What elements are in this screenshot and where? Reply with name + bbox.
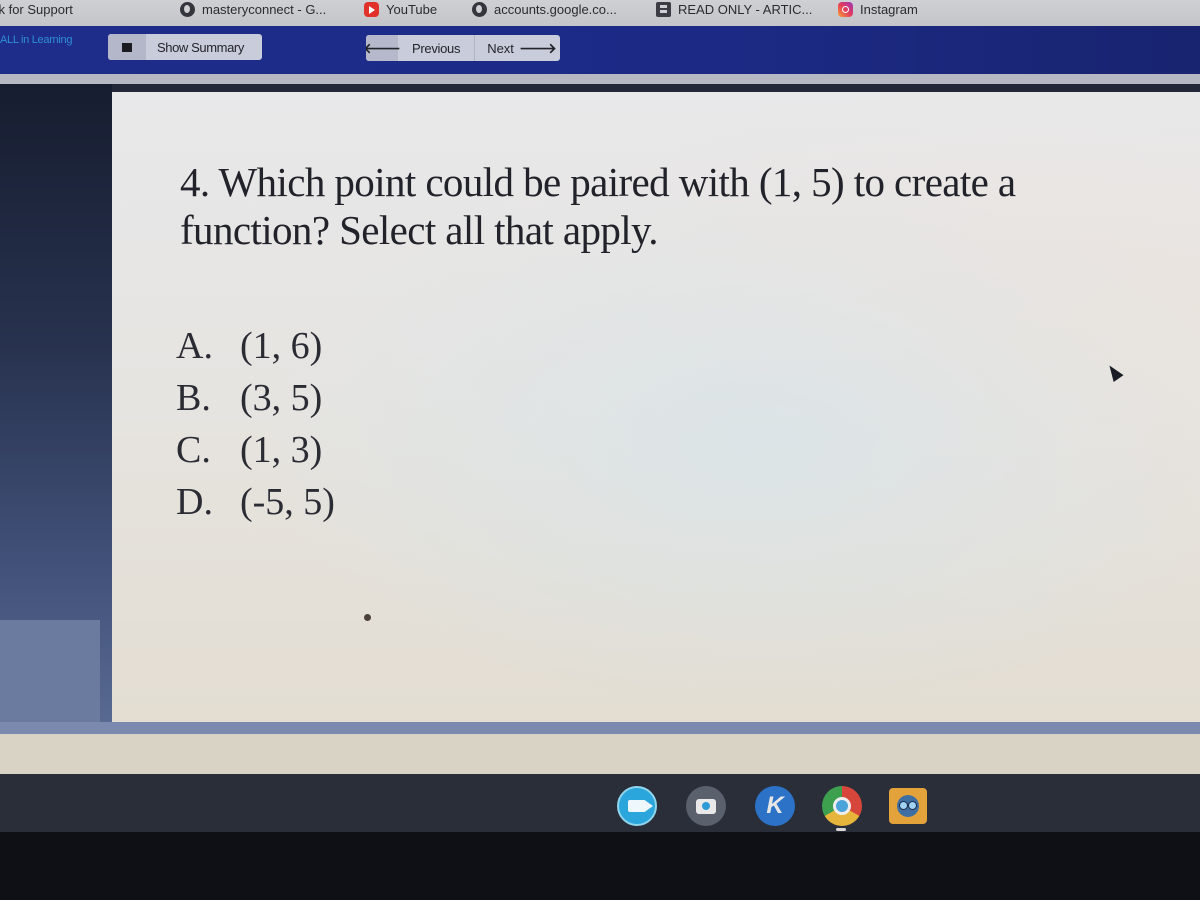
choice-value: (-5, 5)	[240, 481, 335, 523]
choice-value: (1, 3)	[240, 429, 323, 471]
active-app-indicator	[836, 828, 846, 831]
arrow-left-icon[interactable]: 🡐	[366, 35, 401, 61]
question-navigation: 🡐 Previous Next 🡒	[366, 35, 560, 61]
choice-a[interactable]: A. (1, 6)	[176, 320, 335, 372]
toolbar-shadow	[0, 84, 1200, 92]
page-footer-band	[0, 734, 1200, 774]
bookmark-label: Instagram	[860, 2, 918, 17]
bookmark-youtube[interactable]: YouTube	[364, 2, 437, 17]
bezel	[0, 832, 1200, 900]
screen-speck	[364, 614, 371, 621]
kami-icon[interactable]: K	[755, 786, 795, 826]
choice-letter: C.	[176, 429, 211, 471]
question-panel: 4. Which point could be paired with (1, …	[112, 92, 1200, 722]
globe-icon	[472, 2, 487, 17]
content-bottom-border	[0, 722, 1200, 734]
game-character-icon[interactable]	[889, 788, 927, 824]
choice-b[interactable]: B. (3, 5)	[176, 372, 335, 424]
bookmarks-bar: Remote Link for Support masteryconnect -…	[0, 0, 1200, 26]
show-summary-button[interactable]: Show Summary	[108, 34, 262, 60]
document-icon	[656, 2, 671, 17]
chrome-icon[interactable]	[822, 786, 862, 826]
choice-letter: B.	[176, 377, 211, 419]
bookmark-remote-support[interactable]: Remote Link for Support	[0, 2, 73, 17]
mouse-cursor-icon	[1104, 362, 1124, 382]
choice-letter: D.	[176, 481, 213, 523]
choice-value: (3, 5)	[240, 377, 323, 419]
brand-logo: ALL in Learning	[0, 34, 73, 46]
bookmark-label: accounts.google.co...	[494, 2, 617, 17]
arrow-right-icon[interactable]: 🡒	[519, 35, 557, 61]
camera-icon[interactable]	[686, 786, 726, 826]
os-shelf	[0, 774, 1200, 832]
toolbar-divider	[0, 74, 1200, 84]
previous-button[interactable]: Previous	[398, 35, 476, 61]
choice-d[interactable]: D. (-5, 5)	[176, 476, 335, 528]
sidebar-lower	[0, 620, 100, 722]
instagram-icon	[838, 2, 853, 17]
next-button[interactable]: Next	[475, 35, 524, 61]
choice-letter: A.	[176, 325, 213, 367]
show-summary-label: Show Summary	[157, 39, 244, 55]
bookmark-label: Remote Link for Support	[0, 2, 73, 17]
question-text: 4. Which point could be paired with (1, …	[180, 159, 1016, 253]
choice-value: (1, 6)	[240, 325, 323, 367]
bookmark-instagram[interactable]: Instagram	[838, 2, 918, 17]
answer-choices: A. (1, 6) B. (3, 5) C. (1, 3) D. (-5, 5)	[176, 320, 335, 528]
choice-c[interactable]: C. (1, 3)	[176, 424, 335, 476]
bookmark-masteryconnect[interactable]: masteryconnect - G...	[180, 2, 326, 17]
zoom-video-icon[interactable]	[617, 786, 657, 826]
bookmark-label: YouTube	[386, 2, 438, 17]
bookmark-google-accounts[interactable]: accounts.google.co...	[472, 2, 617, 17]
summary-icon	[108, 34, 146, 60]
bookmark-label: READ ONLY - ARTIC...	[678, 2, 813, 17]
bookmark-read-only-article[interactable]: READ ONLY - ARTIC...	[656, 2, 812, 17]
youtube-icon	[364, 2, 379, 17]
globe-icon	[180, 2, 195, 17]
app-toolbar: ALL in Learning Show Summary 🡐 Previous …	[0, 26, 1200, 74]
bookmark-label: masteryconnect - G...	[202, 2, 327, 17]
